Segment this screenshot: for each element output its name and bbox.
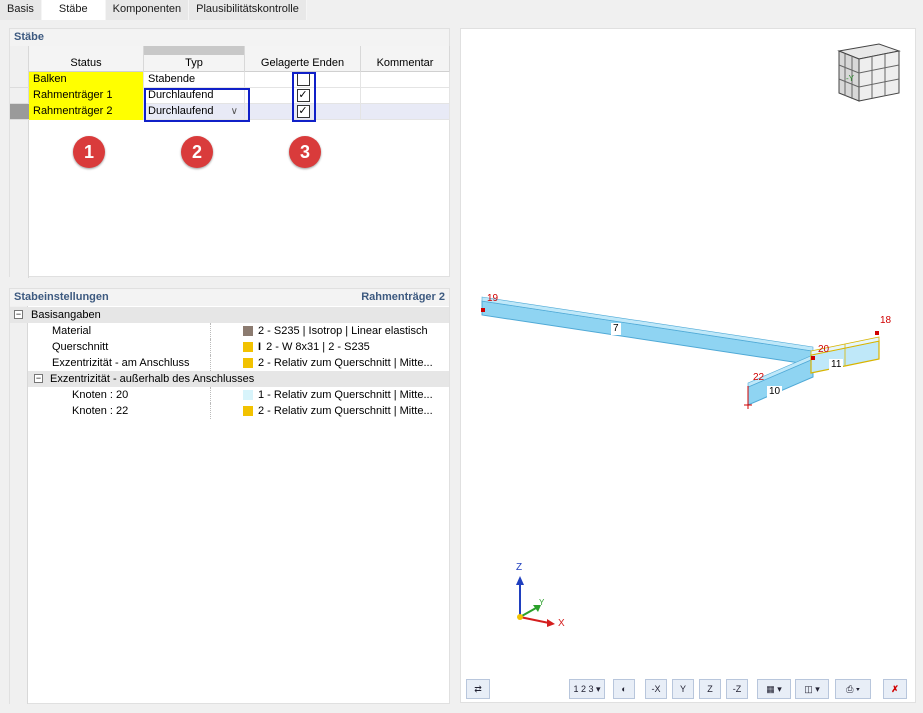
row-marker-selected[interactable] <box>10 104 29 120</box>
transparency-button[interactable]: ◫ ▾ <box>795 679 829 699</box>
knoten-22-value: 2 - Relativ zum Querschnitt | Mitte... <box>258 405 433 417</box>
stabeinstellungen-header: Stabeinstellungen Rahmenträger 2 <box>10 289 449 306</box>
i-beam-icon: I <box>258 341 262 353</box>
column-headers: Status Typ Gelagerte Enden Kommentar <box>29 55 450 72</box>
view-z-button[interactable]: Z <box>699 679 721 699</box>
tree-row-label: Material <box>52 325 92 337</box>
callout-badge-2: 2 <box>181 136 213 168</box>
node-label[interactable]: 22 <box>753 372 764 383</box>
tree-row-label: Querschnitt <box>52 341 109 353</box>
tree-group-label: Exzentrizität - außerhalb des Anschlusse… <box>50 373 255 385</box>
querschnitt-value: 2 - W 8x31 | 2 - S235 <box>266 341 370 353</box>
tree-row-exzentrizitaet-anschluss[interactable]: Exzentrizität - am Anschluss 2 - Relativ… <box>10 355 449 371</box>
tab-basis[interactable]: Basis <box>0 0 42 20</box>
column-header-typ[interactable]: Typ <box>144 55 245 72</box>
tree-row-label: Knoten : 20 <box>72 389 129 401</box>
column-header-gelagerte-enden[interactable]: Gelagerte Enden <box>245 55 361 72</box>
column-header-status[interactable]: Status <box>29 55 144 72</box>
tree-row-knoten-20[interactable]: Knoten : 20 1 - Relativ zum Querschnitt … <box>10 387 449 403</box>
tab-komponenten[interactable]: Komponenten <box>105 0 190 20</box>
view-cube-icon[interactable]: -Y <box>837 43 901 102</box>
tree-row-value[interactable]: 2 - S235 | Isotrop | Linear elastisch <box>243 323 428 339</box>
view-minus-x-label: -X <box>651 684 661 694</box>
tree-group-exzentrizitaet-ausserhalb[interactable]: − Exzentrizität - außerhalb des Anschlus… <box>28 371 449 387</box>
node-label[interactable]: 18 <box>880 315 891 326</box>
typ-highlight-box <box>144 88 250 122</box>
kommentar-cell[interactable] <box>361 88 450 104</box>
tree-row-label: Exzentrizität - am Anschluss <box>52 357 190 369</box>
callout-badge-3: 3 <box>289 136 321 168</box>
numbering-label: 1 2 3 <box>573 684 594 694</box>
row-marker[interactable] <box>10 88 29 104</box>
coordinate-axes-icon <box>516 576 555 627</box>
staebe-grid: Status Typ Gelagerte Enden Kommentar Bal… <box>10 46 451 278</box>
view-z-label: Z <box>707 684 713 694</box>
tree-row-value[interactable]: 1 - Relativ zum Querschnitt | Mitte... <box>243 387 433 403</box>
model-canvas[interactable]: -Y <box>461 29 917 675</box>
model-view-3d[interactable]: -Y 19 20 18 22 7 11 10 Z X Y ⇄ 1 2 3 ▾ ◐… <box>460 28 916 703</box>
collapse-icon[interactable]: − <box>34 374 43 383</box>
y-axis-label: Y <box>539 598 545 607</box>
knoten-22-color-swatch <box>243 406 253 416</box>
member-label[interactable]: 10 <box>767 386 783 398</box>
view-minus-x-button[interactable]: -X <box>645 679 667 699</box>
exzentrizitaet-color-swatch <box>243 358 253 368</box>
table-row[interactable]: Balken Stabende <box>29 72 450 88</box>
typ-cell[interactable]: Stabende <box>144 72 245 88</box>
knoten-20-color-swatch <box>243 390 253 400</box>
tree-row-value[interactable]: 2 - Relativ zum Querschnitt | Mitte... <box>243 403 433 419</box>
numbering-button[interactable]: 1 2 3 ▾ <box>569 679 605 699</box>
tree-row-knoten-22[interactable]: Knoten : 22 2 - Relativ zum Querschnitt … <box>10 403 449 419</box>
kommentar-cell[interactable] <box>361 104 450 120</box>
staebe-panel-title: Stäbe <box>10 29 449 46</box>
tree-row-value[interactable]: I 2 - W 8x31 | 2 - S235 <box>243 339 370 355</box>
column-header-kommentar[interactable]: Kommentar <box>361 55 450 72</box>
member-label[interactable]: 7 <box>611 323 621 335</box>
print-button[interactable]: ⎙ ▾ <box>835 679 871 699</box>
status-cell[interactable]: Rahmenträger 2 <box>29 104 144 120</box>
node-label[interactable]: 19 <box>487 293 498 304</box>
node-label[interactable]: 20 <box>818 344 829 355</box>
row-marker[interactable] <box>10 72 29 88</box>
tree-row-label: Knoten : 22 <box>72 405 129 417</box>
gelagerte-enden-highlight-box <box>292 72 316 122</box>
tree-row-value[interactable]: 2 - Relativ zum Querschnitt | Mitte... <box>243 355 433 371</box>
column-group-header <box>29 46 450 55</box>
view-y-label: Y <box>679 684 686 694</box>
stabeinstellungen-context: Rahmenträger 2 <box>361 291 445 303</box>
tree-group-label: Basisangaben <box>31 309 101 321</box>
svg-text:-Y: -Y <box>846 74 855 83</box>
status-cell[interactable]: Balken <box>29 72 144 88</box>
tree-row-querschnitt[interactable]: Querschnitt I 2 - W 8x31 | 2 - S235 <box>10 339 449 355</box>
stabeinstellungen-title: Stabeinstellungen <box>14 291 109 303</box>
x-axis-label: X <box>558 618 565 629</box>
tab-bar: Basis Stäbe Komponenten Plausibilitätsko… <box>0 0 923 20</box>
view-y-button[interactable]: Y <box>672 679 694 699</box>
material-color-swatch <box>243 326 253 336</box>
material-value: 2 - S235 | Isotrop | Linear elastisch <box>258 325 428 337</box>
view-minus-z-button[interactable]: -Z <box>726 679 748 699</box>
sync-view-button[interactable]: ⇄ <box>466 679 490 699</box>
member-label[interactable]: 11 <box>829 359 844 371</box>
collapse-icon[interactable]: − <box>14 310 23 319</box>
knoten-20-value: 1 - Relativ zum Querschnitt | Mitte... <box>258 389 433 401</box>
reset-view-button[interactable]: ✗ <box>883 679 907 699</box>
kommentar-cell[interactable] <box>361 72 450 88</box>
callout-badge-1: 1 <box>73 136 105 168</box>
display-settings-button[interactable]: ◐ <box>613 679 635 699</box>
exzentrizitaet-value: 2 - Relativ zum Querschnitt | Mitte... <box>258 357 433 369</box>
tree-group-basisangaben[interactable]: − Basisangaben <box>10 307 449 323</box>
tab-plausibilitaetskontrolle[interactable]: Plausibilitätskontrolle <box>189 0 307 20</box>
view-minus-z-label: -Z <box>732 684 742 694</box>
staebe-panel: Stäbe Status Typ Gelagerte Enden Komment… <box>9 28 451 278</box>
querschnitt-color-swatch <box>243 342 253 352</box>
view-toolbar: ⇄ 1 2 3 ▾ ◐ -X Y Z -Z ▦ ▾ ◫ ▾ ⎙ ▾ ✗ <box>461 674 915 702</box>
z-axis-label: Z <box>516 562 523 573</box>
tab-staebe[interactable]: Stäbe <box>41 0 106 20</box>
tree-row-material[interactable]: Material 2 - S235 | Isotrop | Linear ela… <box>10 323 449 339</box>
render-mode-button[interactable]: ▦ ▾ <box>757 679 791 699</box>
stabeinstellungen-panel: Stabeinstellungen Rahmenträger 2 − Basis… <box>9 288 450 704</box>
status-cell[interactable]: Rahmenträger 1 <box>29 88 144 104</box>
